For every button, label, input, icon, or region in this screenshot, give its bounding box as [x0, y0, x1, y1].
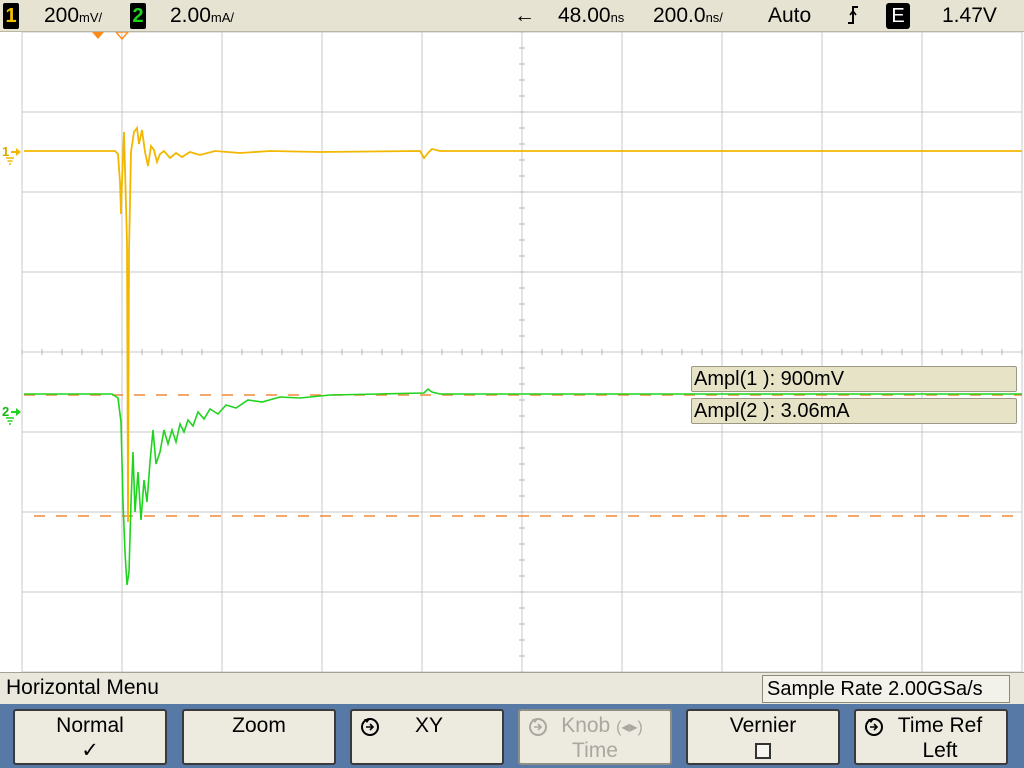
channel-2-scale[interactable]: 2.00mA/ — [170, 3, 234, 31]
softkey-bar: Normal ✓ Zoom XY Knob (◂▸) Time Vernier … — [0, 704, 1024, 768]
delay-value: 48.00 — [558, 4, 611, 27]
horizontal-delay[interactable]: 48.00ns — [558, 3, 624, 31]
softkey-zoom-label: Zoom — [232, 714, 286, 737]
softkey-time-ref-label: Time Ref — [897, 714, 983, 737]
trigger-mode[interactable]: Auto — [768, 3, 811, 29]
channel-1-indicator[interactable]: 1 — [3, 3, 19, 29]
softkey-xy-label: XY — [414, 714, 443, 737]
timebase[interactable]: 200.0ns/ — [653, 3, 723, 31]
menu-title: Horizontal Menu — [6, 676, 159, 699]
channel-2-scale-value: 2.00 — [170, 4, 211, 27]
waveform-display[interactable]: 1 2 Ampl(1 ): 900mV Ampl(2 ): 3.06mA — [0, 32, 1024, 672]
rising-edge-icon — [846, 3, 860, 33]
softkey-knob-line2: Time — [572, 739, 618, 762]
channel-1-scale-value: 200 — [44, 4, 80, 27]
softkey-knob-line1: Knob — [561, 714, 611, 737]
softkey-vernier[interactable]: Vernier — [686, 709, 840, 765]
softkey-time-ref[interactable]: Time Ref Left — [854, 709, 1008, 765]
channel-1-ground-marker[interactable]: 1 — [2, 144, 22, 168]
timebase-value: 200.0 — [653, 4, 706, 27]
trigger-level[interactable]: 1.47V — [942, 3, 997, 29]
softkey-knob-label: Knob (◂▸) — [520, 714, 670, 740]
channel-1-scale-unit: mV/ — [79, 10, 103, 25]
status-bar: 1 200mV/ 2 2.00mA/ ← 48.00ns 200.0ns/ Au… — [0, 0, 1024, 32]
softkey-vernier-label: Vernier — [729, 714, 797, 737]
delay-unit: ns — [610, 10, 625, 25]
channel-2-indicator[interactable]: 2 — [130, 3, 146, 29]
timebase-unit: ns/ — [705, 10, 723, 25]
checkbox-icon — [755, 743, 771, 760]
trigger-source[interactable]: E — [886, 3, 910, 29]
measurement-ampl-1: Ampl(1 ): 900mV — [691, 366, 1017, 392]
menu-title-bar: Horizontal Menu Sample Rate 2.00GSa/s — [0, 672, 1024, 704]
sample-rate-display: Sample Rate 2.00GSa/s — [762, 675, 1010, 703]
graticule — [21, 32, 1023, 672]
softkey-zoom[interactable]: Zoom — [182, 709, 336, 765]
softkey-time-ref-value: Left — [922, 739, 958, 762]
softkey-normal[interactable]: Normal ✓ — [13, 709, 167, 765]
ground-icon — [6, 408, 21, 425]
channel-1-scale[interactable]: 200mV/ — [44, 3, 102, 31]
softkey-knob-time[interactable]: Knob (◂▸) Time — [518, 709, 672, 765]
vernier-checkbox[interactable] — [688, 739, 838, 763]
softkey-knob-arrows: (◂▸) — [616, 719, 643, 736]
channel-2-ground-marker[interactable]: 2 — [2, 404, 22, 428]
channel-2-scale-unit: mA/ — [210, 10, 234, 25]
softkey-normal-label: Normal — [56, 714, 124, 737]
trigger-position-marker — [92, 32, 104, 39]
measurement-ampl-2: Ampl(2 ): 3.06mA — [691, 398, 1017, 424]
check-icon: ✓ — [81, 739, 99, 762]
channel-1-trace — [24, 125, 1022, 523]
softkey-xy[interactable]: XY — [350, 709, 504, 765]
delay-arrow-icon: ← — [514, 4, 535, 27]
ground-icon — [6, 148, 21, 165]
